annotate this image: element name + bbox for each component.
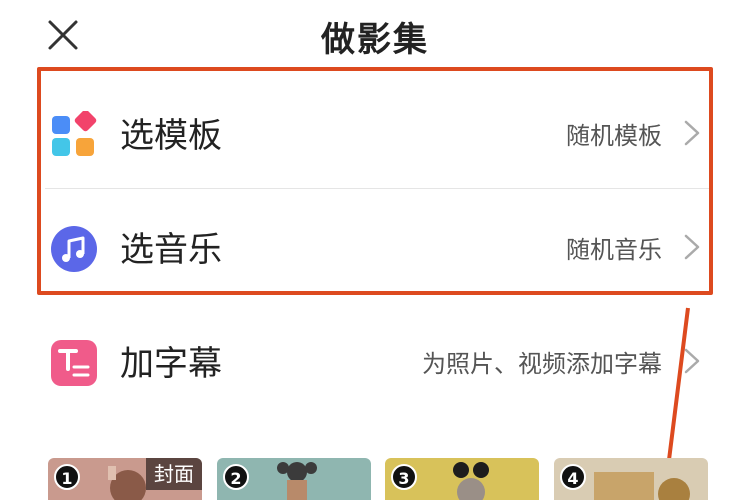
- add-subtitle-value: 为照片、视频添加字幕: [422, 350, 662, 378]
- media-thumbnail[interactable]: 2: [217, 458, 371, 500]
- select-template-value: 随机模板: [566, 122, 662, 150]
- chevron-right-icon: [684, 348, 700, 374]
- thumbnail-order-badge: 1: [54, 464, 80, 490]
- select-music-label: 选音乐: [120, 230, 222, 270]
- add-subtitle-label: 加字幕: [120, 344, 222, 384]
- media-thumbnail[interactable]: 4: [554, 458, 708, 500]
- template-grid-icon: [52, 111, 97, 156]
- page-title: 做影集: [321, 20, 429, 60]
- header-bar: 做影集: [0, 0, 750, 68]
- select-template-label: 选模板: [120, 116, 222, 156]
- media-thumbnail-strip: 1 封面 2 3 4: [48, 458, 708, 500]
- music-note-icon: [51, 226, 97, 272]
- add-subtitle-row[interactable]: 加字幕 为照片、视频添加字幕: [40, 306, 712, 416]
- thumbnail-order-badge: 4: [560, 464, 586, 490]
- select-template-row[interactable]: 选模板 随机模板: [40, 78, 712, 188]
- media-thumbnail[interactable]: 3: [385, 458, 539, 500]
- row-divider: [45, 188, 710, 189]
- select-music-value: 随机音乐: [566, 236, 662, 264]
- thumbnail-order-badge: 2: [223, 464, 249, 490]
- media-thumbnail[interactable]: 1 封面: [48, 458, 202, 500]
- chevron-right-icon: [684, 234, 700, 260]
- cover-tag: 封面: [146, 458, 202, 490]
- subtitle-icon: [51, 340, 97, 386]
- thumbnail-order-badge: 3: [391, 464, 417, 490]
- chevron-right-icon: [684, 120, 700, 146]
- select-music-row[interactable]: 选音乐 随机音乐: [40, 192, 712, 302]
